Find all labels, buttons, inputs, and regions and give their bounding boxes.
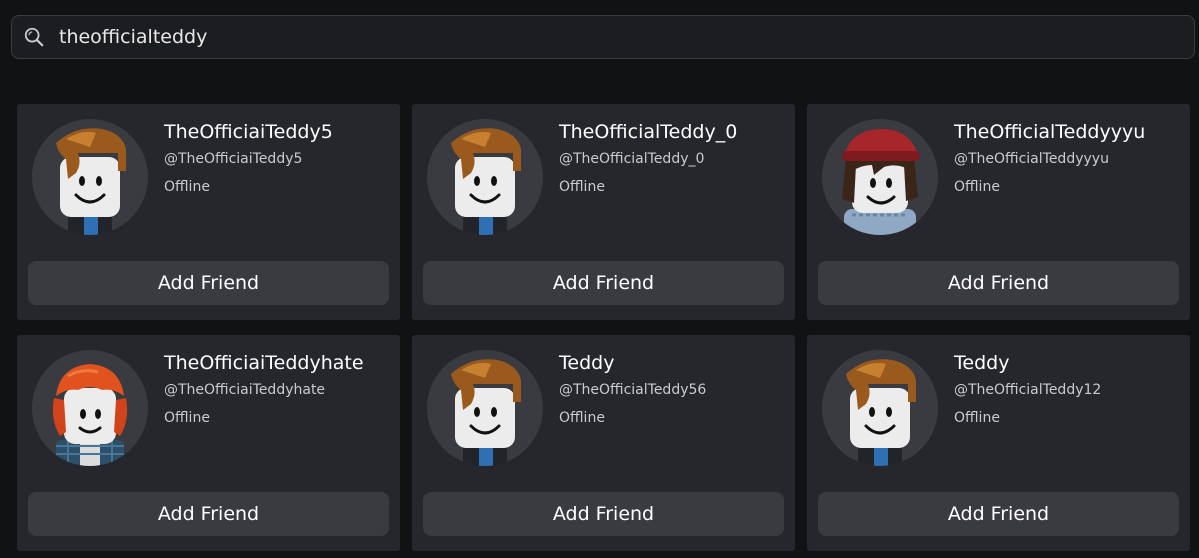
username: @TheOfficialTeddyyyu	[954, 151, 1109, 167]
avatar[interactable]	[822, 350, 938, 466]
user-card[interactable]: TheOfficiaiTeddyhate @TheOfficiaiTeddyha…	[17, 335, 400, 551]
user-card[interactable]: Teddy @TheOfficialTeddy12 Offline Add Fr…	[807, 335, 1190, 551]
user-card[interactable]: TheOfficiaiTeddy5 @TheOfficiaiTeddy5 Off…	[17, 104, 400, 320]
avatar-image	[451, 359, 521, 466]
user-card[interactable]: Teddy @TheOfficialTeddy56 Offline Add Fr…	[412, 335, 795, 551]
username: @TheOfficiaiTeddy5	[164, 151, 303, 167]
status-text: Offline	[164, 410, 210, 426]
username: @TheOfficialTeddy_0	[559, 151, 705, 167]
avatar-image	[56, 128, 126, 235]
user-card[interactable]: TheOfficialTeddy_0 @TheOfficialTeddy_0 O…	[412, 104, 795, 320]
add-friend-button[interactable]: Add Friend	[423, 492, 784, 536]
display-name[interactable]: TheOfficiaiTeddyhate	[164, 352, 364, 374]
username: @TheOfficiaiTeddyhate	[164, 382, 326, 398]
username: @TheOfficialTeddy56	[559, 382, 707, 398]
avatar[interactable]	[427, 119, 543, 235]
add-friend-button[interactable]: Add Friend	[28, 492, 389, 536]
display-name[interactable]: TheOfficialTeddyyyu	[954, 121, 1145, 143]
add-friend-button[interactable]: Add Friend	[423, 261, 784, 305]
status-text: Offline	[559, 410, 605, 426]
avatar[interactable]	[32, 119, 148, 235]
display-name[interactable]: Teddy	[954, 352, 1009, 374]
search-input[interactable]	[59, 26, 1194, 48]
search-icon	[24, 27, 44, 47]
avatar[interactable]	[427, 350, 543, 466]
avatar-image	[451, 128, 521, 235]
display-name[interactable]: TheOfficiaiTeddy5	[164, 121, 333, 143]
search-bar[interactable]	[11, 15, 1195, 59]
avatar-image	[846, 359, 916, 466]
display-name[interactable]: TheOfficialTeddy_0	[559, 121, 737, 143]
status-text: Offline	[954, 179, 1000, 195]
avatar-image	[842, 129, 920, 235]
display-name[interactable]: Teddy	[559, 352, 614, 374]
status-text: Offline	[559, 179, 605, 195]
user-card[interactable]: TheOfficialTeddyyyu @TheOfficialTeddyyyu…	[807, 104, 1190, 320]
add-friend-button[interactable]: Add Friend	[28, 261, 389, 305]
avatar-image	[52, 364, 128, 466]
username: @TheOfficialTeddy12	[954, 382, 1102, 398]
avatar[interactable]	[822, 119, 938, 235]
status-text: Offline	[954, 410, 1000, 426]
add-friend-button[interactable]: Add Friend	[818, 492, 1179, 536]
status-text: Offline	[164, 179, 210, 195]
add-friend-button[interactable]: Add Friend	[818, 261, 1179, 305]
avatar[interactable]	[32, 350, 148, 466]
